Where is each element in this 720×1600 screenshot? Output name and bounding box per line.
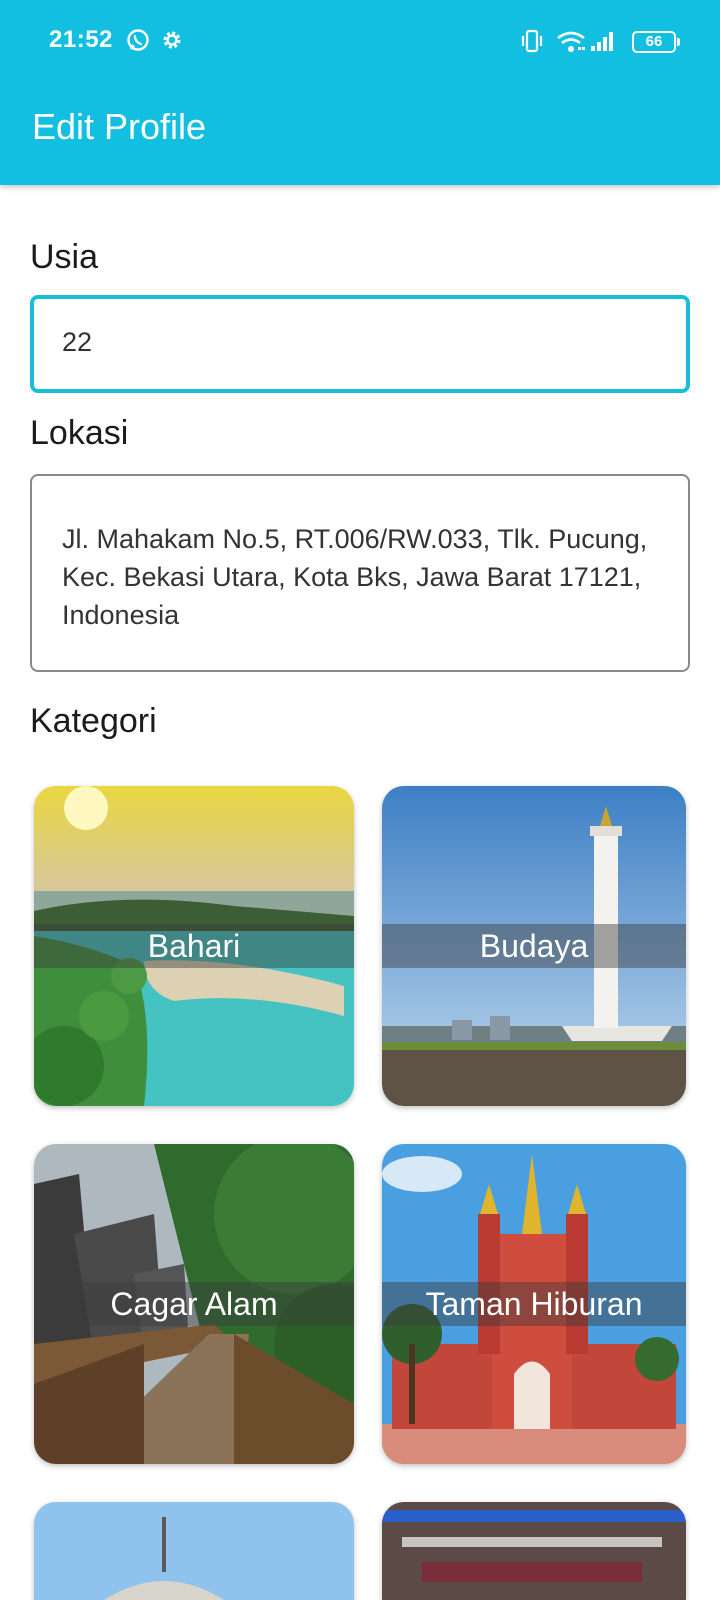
mall-image	[382, 1502, 686, 1600]
category-label: Kategori	[30, 702, 157, 740]
category-card-partial-left[interactable]	[34, 1502, 354, 1600]
signal-icon	[591, 32, 613, 51]
whatsapp-icon	[127, 29, 149, 51]
category-card-bahari[interactable]: Bahari	[34, 786, 354, 1106]
mosque-image	[34, 1502, 354, 1600]
page-title: Edit Profile	[32, 106, 207, 147]
age-input[interactable]: 22	[30, 295, 690, 393]
status-bar: 21:52 66	[0, 0, 720, 84]
card-label: Taman Hiburan	[425, 1286, 643, 1322]
card-label: Cagar Alam	[110, 1286, 278, 1322]
category-card-cagar-alam[interactable]: Cagar Alam	[34, 1144, 354, 1464]
vibrate-icon	[521, 29, 543, 53]
card-label: Bahari	[147, 928, 241, 964]
status-time: 21:52	[49, 26, 113, 53]
age-label: Usia	[30, 238, 99, 276]
app-bar: 21:52 66 Edit Profile	[0, 0, 720, 185]
category-card-budaya[interactable]: Budaya	[382, 786, 686, 1106]
category-card-taman-hiburan[interactable]: Taman Hiburan	[382, 1144, 686, 1464]
card-label: Budaya	[479, 928, 589, 964]
battery-icon: 66	[632, 31, 680, 53]
location-input[interactable]: Jl. Mahakam No.5, RT.006/RW.033, Tlk. Pu…	[30, 474, 690, 672]
wifi-icon	[557, 31, 585, 52]
location-label: Lokasi	[30, 414, 129, 452]
settings-icon	[163, 31, 181, 49]
category-card-partial-right[interactable]	[382, 1502, 686, 1600]
